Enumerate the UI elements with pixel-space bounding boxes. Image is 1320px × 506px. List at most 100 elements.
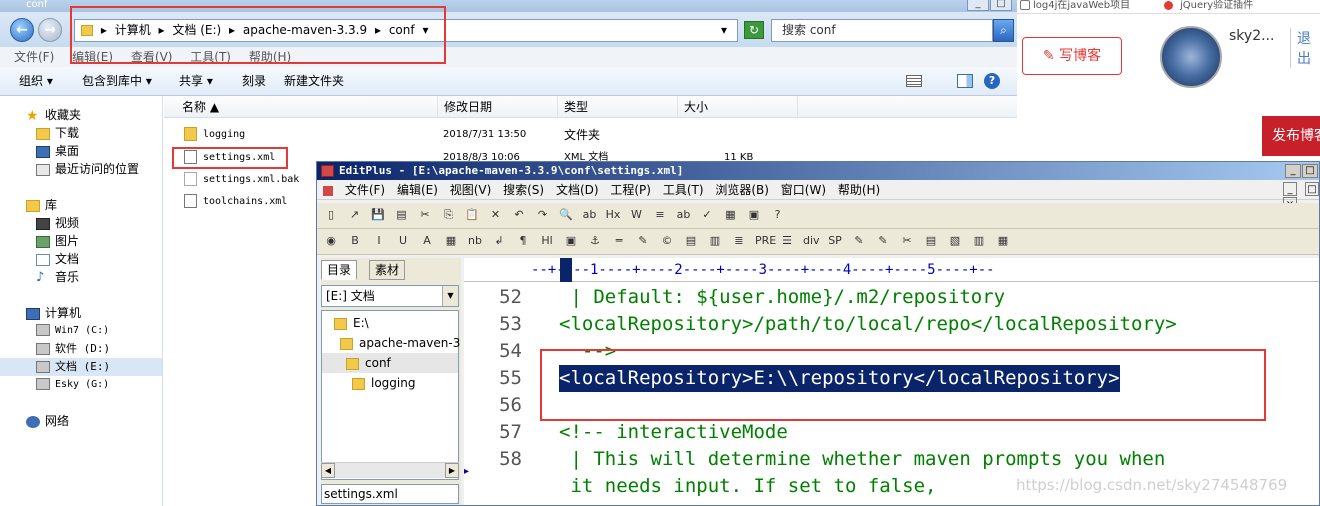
toolbar2-button-1-icon[interactable]: B [347, 233, 363, 249]
tab-cliptext[interactable]: 素材 [369, 260, 406, 280]
nav-favorites[interactable]: ★ 收藏夹 [26, 106, 81, 124]
toolbar1-button-5-icon[interactable]: ⎘ [441, 207, 457, 223]
toolbar2-button-13-icon[interactable]: ✎ [635, 233, 651, 249]
scroll-right-icon[interactable]: ▶ [445, 463, 459, 478]
toolbar2-button-10-icon[interactable]: ▣ [563, 233, 579, 249]
file-row-settings-bak[interactable]: settings.xml.bak [184, 170, 299, 190]
tab-directory[interactable]: 目录 [321, 260, 358, 280]
nav-computer[interactable]: 计算机 [26, 304, 81, 322]
refresh-button[interactable]: ↻ [744, 21, 764, 39]
toolbar1-button-18-icon[interactable]: ▣ [746, 207, 762, 223]
toolbar2-button-2-icon[interactable]: I [371, 233, 387, 249]
ep-menu-help[interactable]: 帮助(H) [838, 183, 880, 197]
scroll-left-icon[interactable]: ◀ [321, 463, 335, 478]
code-text[interactable]: <!-- interactiveMode [559, 419, 788, 446]
share-button[interactable]: 共享 ▾ [179, 67, 213, 95]
view-options-icon[interactable] [906, 75, 922, 87]
nav-libraries[interactable]: 库 [26, 196, 57, 214]
tree-item-conf[interactable]: conf [322, 353, 458, 373]
maximize-button[interactable]: □ [990, 0, 1012, 11]
help-icon[interactable]: ? [984, 73, 1000, 89]
toolbar2-button-5-icon[interactable]: ▦ [443, 233, 459, 249]
nav-drive-g[interactable]: Esky (G:) [36, 376, 109, 394]
toolbar2-button-19-icon[interactable]: ☰ [779, 233, 795, 249]
nav-music[interactable]: ♪ 音乐 [36, 268, 79, 286]
username-label[interactable]: sky2... [1229, 28, 1274, 44]
organize-button[interactable]: 组织 ▾ [19, 67, 53, 95]
toolbar2-button-25-icon[interactable]: ▤ [923, 233, 939, 249]
code-text[interactable]: | Default: ${user.home}/.m2/repository [559, 284, 1005, 311]
nav-recent[interactable]: 最近访问的位置 [36, 160, 139, 178]
toolbar2-button-14-icon[interactable]: © [659, 233, 675, 249]
toolbar2-button-21-icon[interactable]: SP [827, 233, 843, 249]
chevron-down-icon[interactable]: ▼ [442, 286, 458, 306]
toolbar2-button-18-icon[interactable]: PRE [755, 233, 776, 249]
toolbar2-button-26-icon[interactable]: ▧ [947, 233, 963, 249]
forward-button[interactable]: → [38, 18, 62, 42]
search-icon[interactable]: ⌕ [993, 19, 1014, 42]
nav-drive-e[interactable]: 文档 (E:) [0, 358, 162, 376]
toolbar2-button-7-icon[interactable]: ↲ [491, 233, 507, 249]
nav-desktop[interactable]: 桌面 [36, 142, 79, 160]
toolbar1-button-17-icon[interactable]: ▦ [723, 207, 739, 223]
toolbar1-button-16-icon[interactable]: ✓ [699, 207, 715, 223]
ep-menu-edit[interactable]: 编辑(E) [397, 183, 438, 197]
toolbar1-button-6-icon[interactable]: 📋 [464, 207, 480, 223]
toolbar2-button-3-icon[interactable]: U [395, 233, 411, 249]
toolbar1-button-9-icon[interactable]: ↷ [535, 207, 551, 223]
toolbar1-button-4-icon[interactable]: ✂ [417, 207, 433, 223]
new-folder-button[interactable]: 新建文件夹 [284, 67, 344, 95]
toolbar1-button-7-icon[interactable]: ✕ [488, 207, 504, 223]
preview-pane-icon[interactable] [957, 74, 973, 88]
address-dropdown-icon[interactable]: ▾ [721, 20, 727, 41]
burn-button[interactable]: 刻录 [242, 67, 266, 95]
file-list-box[interactable]: settings.xml [321, 484, 459, 504]
file-row-logging[interactable]: logging 2018/7/31 13:50 文件夹 [184, 125, 600, 145]
toolbar1-button-19-icon[interactable]: ? [770, 207, 786, 223]
toolbar1-button-14-icon[interactable]: ≡ [652, 207, 668, 223]
tree-item-maven[interactable]: apache-maven-3 [340, 333, 460, 353]
search-input[interactable]: 搜索 conf [771, 19, 993, 42]
toolbar2-button-8-icon[interactable]: ¶ [515, 233, 531, 249]
nav-pictures[interactable]: 图片 [36, 232, 79, 250]
ep-menu-document[interactable]: 文档(D) [556, 183, 599, 197]
ep-menu-window[interactable]: 窗口(W) [781, 183, 826, 197]
toolbar2-button-16-icon[interactable]: ▥ [707, 233, 723, 249]
ep-menu-view[interactable]: 视图(V) [450, 183, 492, 197]
toolbar2-button-28-icon[interactable]: ▦ [995, 233, 1011, 249]
browser-tab-log4j[interactable]: log4j在javaWeb项目 [1033, 0, 1130, 12]
nav-drive-d[interactable]: 软件 (D:) [36, 340, 110, 358]
nav-downloads[interactable]: 下载 [36, 124, 79, 142]
ep-minimize-button[interactable]: _ [1285, 164, 1301, 178]
toolbar2-button-15-icon[interactable]: ▤ [683, 233, 699, 249]
ep-maximize-button[interactable]: □ [1302, 164, 1318, 178]
column-size[interactable]: 大小 [678, 96, 798, 118]
ep-menu-project[interactable]: 工程(P) [610, 183, 651, 197]
ep-menu-browser[interactable]: 浏览器(B) [715, 183, 769, 197]
code-line[interactable]: 57 <!-- interactiveMode [464, 419, 1319, 446]
drive-select[interactable]: [E:] 文档 ▼ [321, 285, 459, 307]
toolbar1-button-3-icon[interactable]: ▤ [394, 207, 410, 223]
column-name[interactable]: 名称 ▲ [176, 96, 438, 118]
toolbar2-button-12-icon[interactable]: ═ [611, 233, 627, 249]
toolbar2-button-23-icon[interactable]: ✎ [875, 233, 891, 249]
back-button[interactable]: ← [10, 18, 34, 42]
tree-item-logging[interactable]: logging [352, 373, 415, 393]
toolbar2-button-11-icon[interactable]: ⚓ [587, 233, 603, 249]
tree-horizontal-scrollbar[interactable]: ◀ ▶ [321, 462, 459, 478]
code-text[interactable]: it needs input. If set to false, [559, 473, 936, 500]
column-type[interactable]: 类型 [558, 96, 678, 118]
write-blog-button[interactable]: ✎ 写博客 [1022, 37, 1122, 75]
toolbar1-button-13-icon[interactable]: W [629, 207, 645, 223]
nav-videos[interactable]: 视频 [36, 214, 79, 232]
tree-item-e-drive[interactable]: E:\ [334, 313, 369, 333]
toolbar1-button-2-icon[interactable]: 💾 [370, 207, 386, 223]
nav-drive-c[interactable]: Win7 (C:) [36, 322, 109, 340]
code-text[interactable]: | This will determine whether maven prom… [559, 446, 1165, 473]
toolbar2-button-9-icon[interactable]: Hl [539, 233, 555, 249]
toolbar2-button-22-icon[interactable]: ✎ [851, 233, 867, 249]
browser-tab-jquery[interactable]: jQuery验证插件 [1180, 0, 1253, 12]
toolbar2-button-0-icon[interactable]: ◉ [323, 233, 339, 249]
file-row-toolchains-xml[interactable]: toolchains.xml [184, 192, 287, 212]
toolbar2-button-20-icon[interactable]: div [803, 233, 820, 249]
